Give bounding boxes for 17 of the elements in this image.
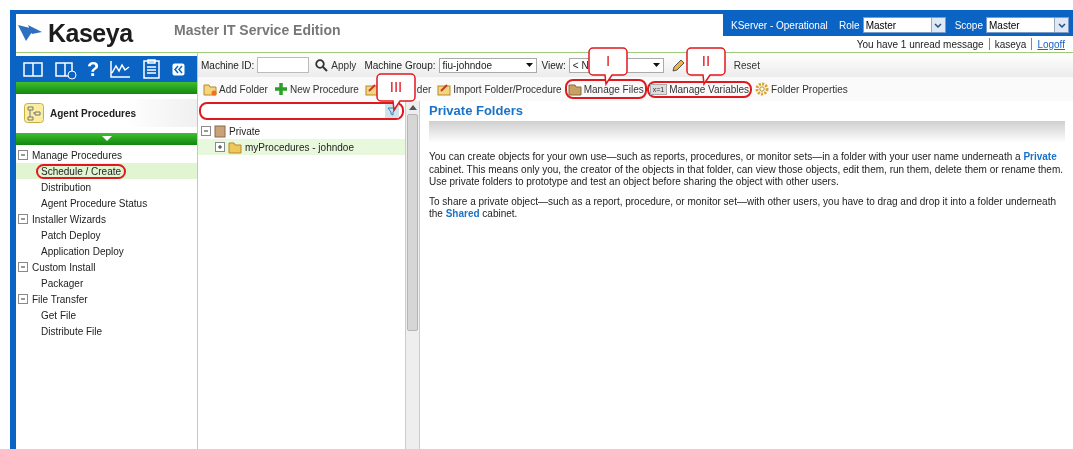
scope-label: Scope [954,19,983,31]
content-paragraph: You can create objects for your own use—such as reports, procedures, or monitor sets—in a folder with your user name underneath a Private cabinet. This means only you, the creator of the objects in that folder, can view those objects, edit them, run them, delete them or rename them. Use private folders to prototype and test an object before sharing the object with other users. [429,151,1065,189]
module-title: Agent Procedures [50,107,137,119]
logo-text: Kaseya [48,18,133,48]
callout-tooltip: II [686,47,726,85]
server-status: KServer - Operational [731,19,828,31]
content-paragraph: To share a private object—such as a report, procedure, or monitor set—with other users, you have to drag and drop it into a folder underneath the Shared cabinet. [429,195,1058,221]
edition-title: Master IT Service Edition [174,22,341,38]
content-title: Private Folders [429,103,524,120]
role-label: Role [839,19,860,31]
view-label: View: [541,59,566,71]
username: kaseya [994,38,1027,50]
unread-message: You have 1 unread message [856,38,984,50]
machine-id-label: Machine ID: [201,59,255,71]
callout-tooltip: I [588,47,628,85]
machine-group-label: Machine Group: [364,59,436,71]
callout-tooltip: III [376,73,416,111]
